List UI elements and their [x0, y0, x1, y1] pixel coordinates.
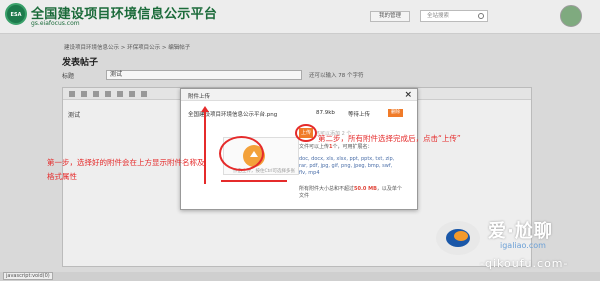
delete-file-button[interactable]: 删除 [388, 109, 403, 117]
italic-icon[interactable] [81, 91, 87, 97]
annotation-circle-drop [219, 136, 264, 171]
search-input[interactable]: 全站搜索 [420, 10, 488, 22]
bold-icon[interactable] [69, 91, 75, 97]
watermark-sub: -qikoufu.com- [480, 257, 569, 270]
dialog-title: 附件上传 [188, 94, 211, 100]
size-limit-info: 所有附件大小总和不超过50.0 MB，以及单个文件 [299, 186, 404, 200]
subject-input[interactable]: 测试 [106, 70, 302, 80]
page-title: 发表帖子 [62, 58, 99, 68]
file-status: 等待上传 [348, 112, 371, 118]
my-management-button[interactable]: 我的管理 [370, 11, 410, 22]
attachment-upload-dialog: 附件上传 × 全国建设项目环境信息公示平台.png 87.9kb 等待上传 删除… [180, 88, 418, 210]
subject-label: 标题 [62, 73, 75, 80]
annotation-circle-upload [295, 124, 317, 142]
search-placeholder: 全站搜索 [427, 13, 450, 19]
size-prefix: 所有附件大小总和不超过 [299, 186, 355, 192]
close-icon[interactable]: × [404, 90, 412, 100]
search-icon[interactable] [478, 13, 484, 19]
logo-text: ESA [10, 12, 22, 18]
top-header: ESA 全国建设项目环境信息公示平台 gs.eiafocus.com 我的管理 … [0, 0, 600, 34]
editor-content[interactable]: 测试 [68, 110, 80, 119]
site-logo[interactable]: ESA [5, 3, 27, 25]
subject-hint: 还可以输入 78 个字符 [309, 73, 364, 79]
site-url: gs.eiafocus.com [31, 20, 80, 27]
upload-info: 文件可以上传1个，可用扩展名： [299, 144, 411, 151]
avatar[interactable] [560, 5, 582, 27]
underline-icon[interactable] [93, 91, 99, 97]
image-icon[interactable] [129, 91, 135, 97]
watermark-logo-icon [436, 221, 480, 255]
link-icon[interactable] [117, 91, 123, 97]
attachment-icon[interactable] [141, 91, 147, 97]
status-text: javascript:void(0) [3, 272, 53, 280]
file-size: 87.9kb [316, 110, 335, 116]
annotation-underline [221, 180, 287, 182]
size-limit: 50.0 MB [354, 186, 377, 192]
watermark: 爱·尬聊 igaliao.com -qikoufu.com- [430, 215, 600, 281]
breadcrumb[interactable]: 建设项目环境信息公示 > 环保项目公示 > 编辑帖子 [64, 43, 190, 51]
font-color-icon[interactable] [105, 91, 111, 97]
watermark-url: igaliao.com [500, 241, 546, 250]
watermark-title: 爱·尬聊 [488, 221, 553, 242]
info-suffix: 个，可用扩展名： [332, 144, 373, 150]
annotation-step2: 第二步，所有附件选择完成后，点击“上传” [318, 134, 461, 143]
allowed-extensions: doc, docx, xls, xlsx, ppt, pptx, txt, zi… [299, 156, 395, 176]
info-prefix: 文件可以上传 [299, 144, 330, 150]
dialog-header: 附件上传 × [181, 89, 417, 101]
annotation-step1: 第一步，选择好的附件会在上方显示附件名称及格式属性 [47, 158, 205, 181]
